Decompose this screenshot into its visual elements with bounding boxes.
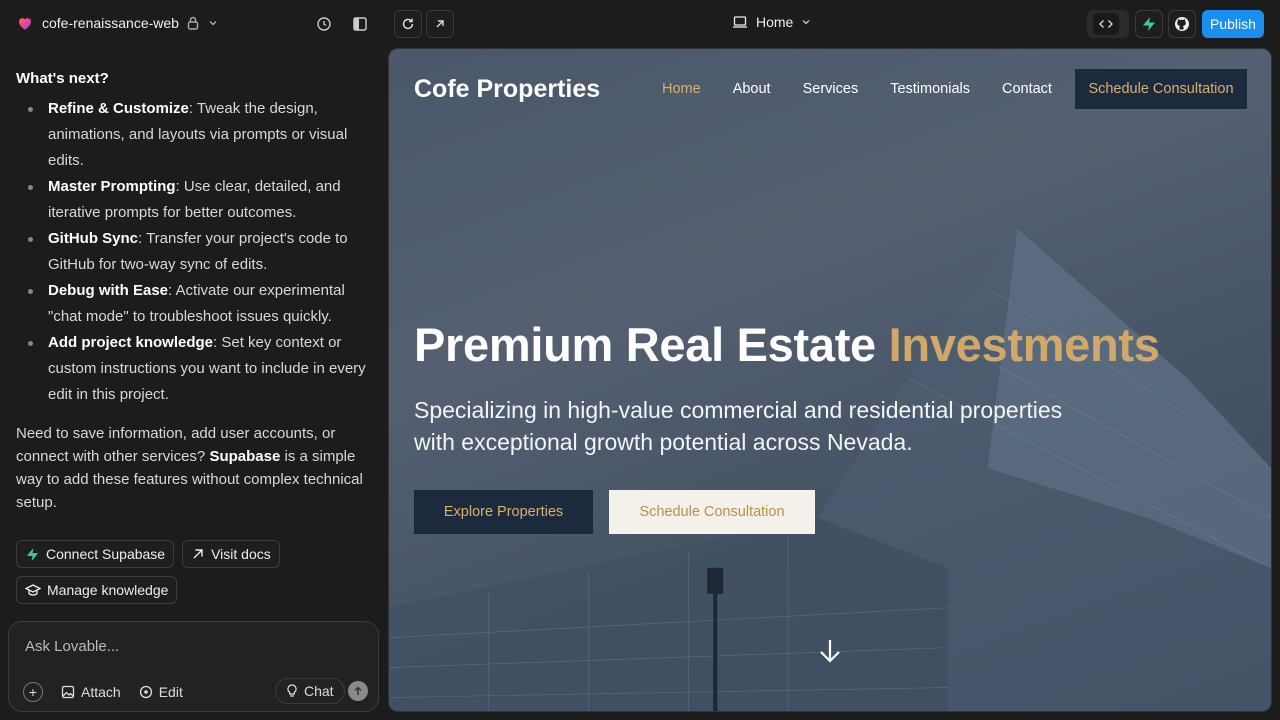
code-view-toggle[interactable] — [1087, 10, 1129, 38]
whats-next-heading: What's next? — [16, 70, 109, 87]
visit-docs-button[interactable]: Visit docs — [182, 540, 280, 568]
nav-about-link[interactable]: About — [733, 81, 771, 97]
arrow-down-icon[interactable] — [817, 637, 843, 665]
sidebar-toggle-icon[interactable] — [348, 12, 372, 36]
site-navbar: Cofe Properties Home About Services Test… — [389, 49, 1271, 131]
hero-title-accent: Investments — [888, 318, 1160, 371]
plus-icon[interactable]: + — [23, 682, 43, 702]
edit-button[interactable]: Edit — [139, 684, 183, 700]
arrow-up-right-icon — [436, 20, 444, 28]
page-selector[interactable]: Home — [732, 14, 811, 30]
hero-subtitle: Specializing in high-value commercial an… — [414, 397, 1063, 455]
chat-message: What's next? Refine & Customize: Tweak t… — [16, 66, 372, 514]
nav-contact-link[interactable]: Contact — [1002, 81, 1052, 97]
list-item: Add project knowledge: Set key context o… — [28, 330, 372, 408]
lock-icon — [187, 16, 199, 30]
laptop-icon — [733, 16, 747, 28]
nav-services-link[interactable]: Services — [803, 81, 859, 97]
building-background-image — [389, 228, 1271, 711]
site-nav-links: Home About Services Testimonials Contact — [662, 81, 1052, 97]
app-window: cofe-renaissance-web Home Publish What's… — [0, 0, 1280, 720]
composer-tools: + Attach Edit — [23, 682, 183, 702]
site-logo[interactable]: Cofe Properties — [414, 75, 600, 104]
prompt-composer[interactable]: Ask Lovable... + Attach Edit Chat — [8, 621, 379, 712]
item-title: Master Prompting — [48, 178, 176, 195]
nav-testimonials-link[interactable]: Testimonials — [890, 81, 970, 97]
lightbulb-icon — [287, 684, 297, 697]
chevron-down-icon — [802, 20, 810, 25]
visit-docs-label: Visit docs — [211, 546, 271, 562]
github-icon — [1175, 17, 1189, 31]
target-icon — [139, 685, 152, 699]
supabase-icon — [1143, 17, 1155, 31]
site-preview[interactable]: Cofe Properties Home About Services Test… — [388, 48, 1272, 712]
lovable-heart-icon — [19, 18, 31, 30]
arrow-up-right-icon — [193, 549, 203, 559]
explore-properties-button[interactable]: Explore Properties — [414, 490, 593, 534]
open-external-button[interactable] — [426, 10, 454, 38]
item-title: Refine & Customize — [48, 100, 189, 117]
supabase-paragraph: Need to save information, add user accou… — [16, 422, 372, 514]
project-name: cofe-renaissance-web — [42, 15, 179, 31]
attach-label: Attach — [81, 684, 121, 700]
edit-label: Edit — [158, 684, 183, 700]
hero-title: Premium Real Estate Investments — [414, 317, 1160, 372]
list-item: Refine & Customize: Tweak the design, an… — [28, 96, 372, 174]
prompt-input[interactable]: Ask Lovable... — [25, 638, 119, 655]
attach-button[interactable]: Attach — [61, 684, 121, 700]
refresh-icon — [402, 18, 414, 30]
item-title: Debug with Ease — [48, 282, 169, 299]
chat-label: Chat — [304, 683, 334, 699]
page-label: Home — [756, 14, 794, 30]
connect-supabase-button[interactable]: Connect Supabase — [16, 540, 175, 568]
nav-home-link[interactable]: Home — [662, 81, 701, 97]
supabase-bold: Supabase — [209, 448, 281, 465]
item-title: Add project knowledge — [48, 334, 214, 351]
nav-schedule-consultation-button[interactable]: Schedule Consultation — [1075, 69, 1247, 109]
hero-schedule-consultation-button[interactable]: Schedule Consultation — [609, 490, 815, 534]
chat-mode-button[interactable]: Chat — [275, 678, 345, 704]
list-item: GitHub Sync: Transfer your project's cod… — [28, 226, 372, 278]
arrow-up-icon — [354, 686, 362, 695]
manage-knowledge-label: Manage knowledge — [47, 582, 169, 598]
project-selector[interactable]: cofe-renaissance-web — [16, 14, 219, 32]
item-title: GitHub Sync — [48, 230, 139, 247]
supabase-icon — [26, 547, 39, 561]
publish-button[interactable]: Publish — [1202, 10, 1264, 38]
graduation-cap-icon — [25, 584, 41, 596]
supabase-button[interactable] — [1135, 10, 1163, 38]
chevron-down-icon — [207, 17, 219, 29]
refresh-button[interactable] — [394, 10, 422, 38]
github-button[interactable] — [1168, 10, 1196, 38]
send-button[interactable] — [348, 681, 368, 701]
connect-supabase-label: Connect Supabase — [46, 546, 166, 562]
list-item: Debug with Ease: Activate our experiment… — [28, 278, 372, 330]
top-bar: cofe-renaissance-web Home Publish — [0, 0, 1280, 48]
next-steps-list: Refine & Customize: Tweak the design, an… — [16, 96, 372, 408]
code-icon — [1093, 13, 1119, 35]
chat-panel: What's next? Refine & Customize: Tweak t… — [0, 48, 388, 720]
image-icon — [61, 685, 75, 699]
manage-knowledge-button[interactable]: Manage knowledge — [16, 576, 178, 604]
history-icon[interactable] — [312, 12, 336, 36]
action-chips: Connect Supabase Visit docs Manage knowl… — [16, 540, 376, 604]
hero-title-main: Premium Real Estate — [414, 318, 889, 371]
list-item: Master Prompting: Use clear, detailed, a… — [28, 174, 372, 226]
